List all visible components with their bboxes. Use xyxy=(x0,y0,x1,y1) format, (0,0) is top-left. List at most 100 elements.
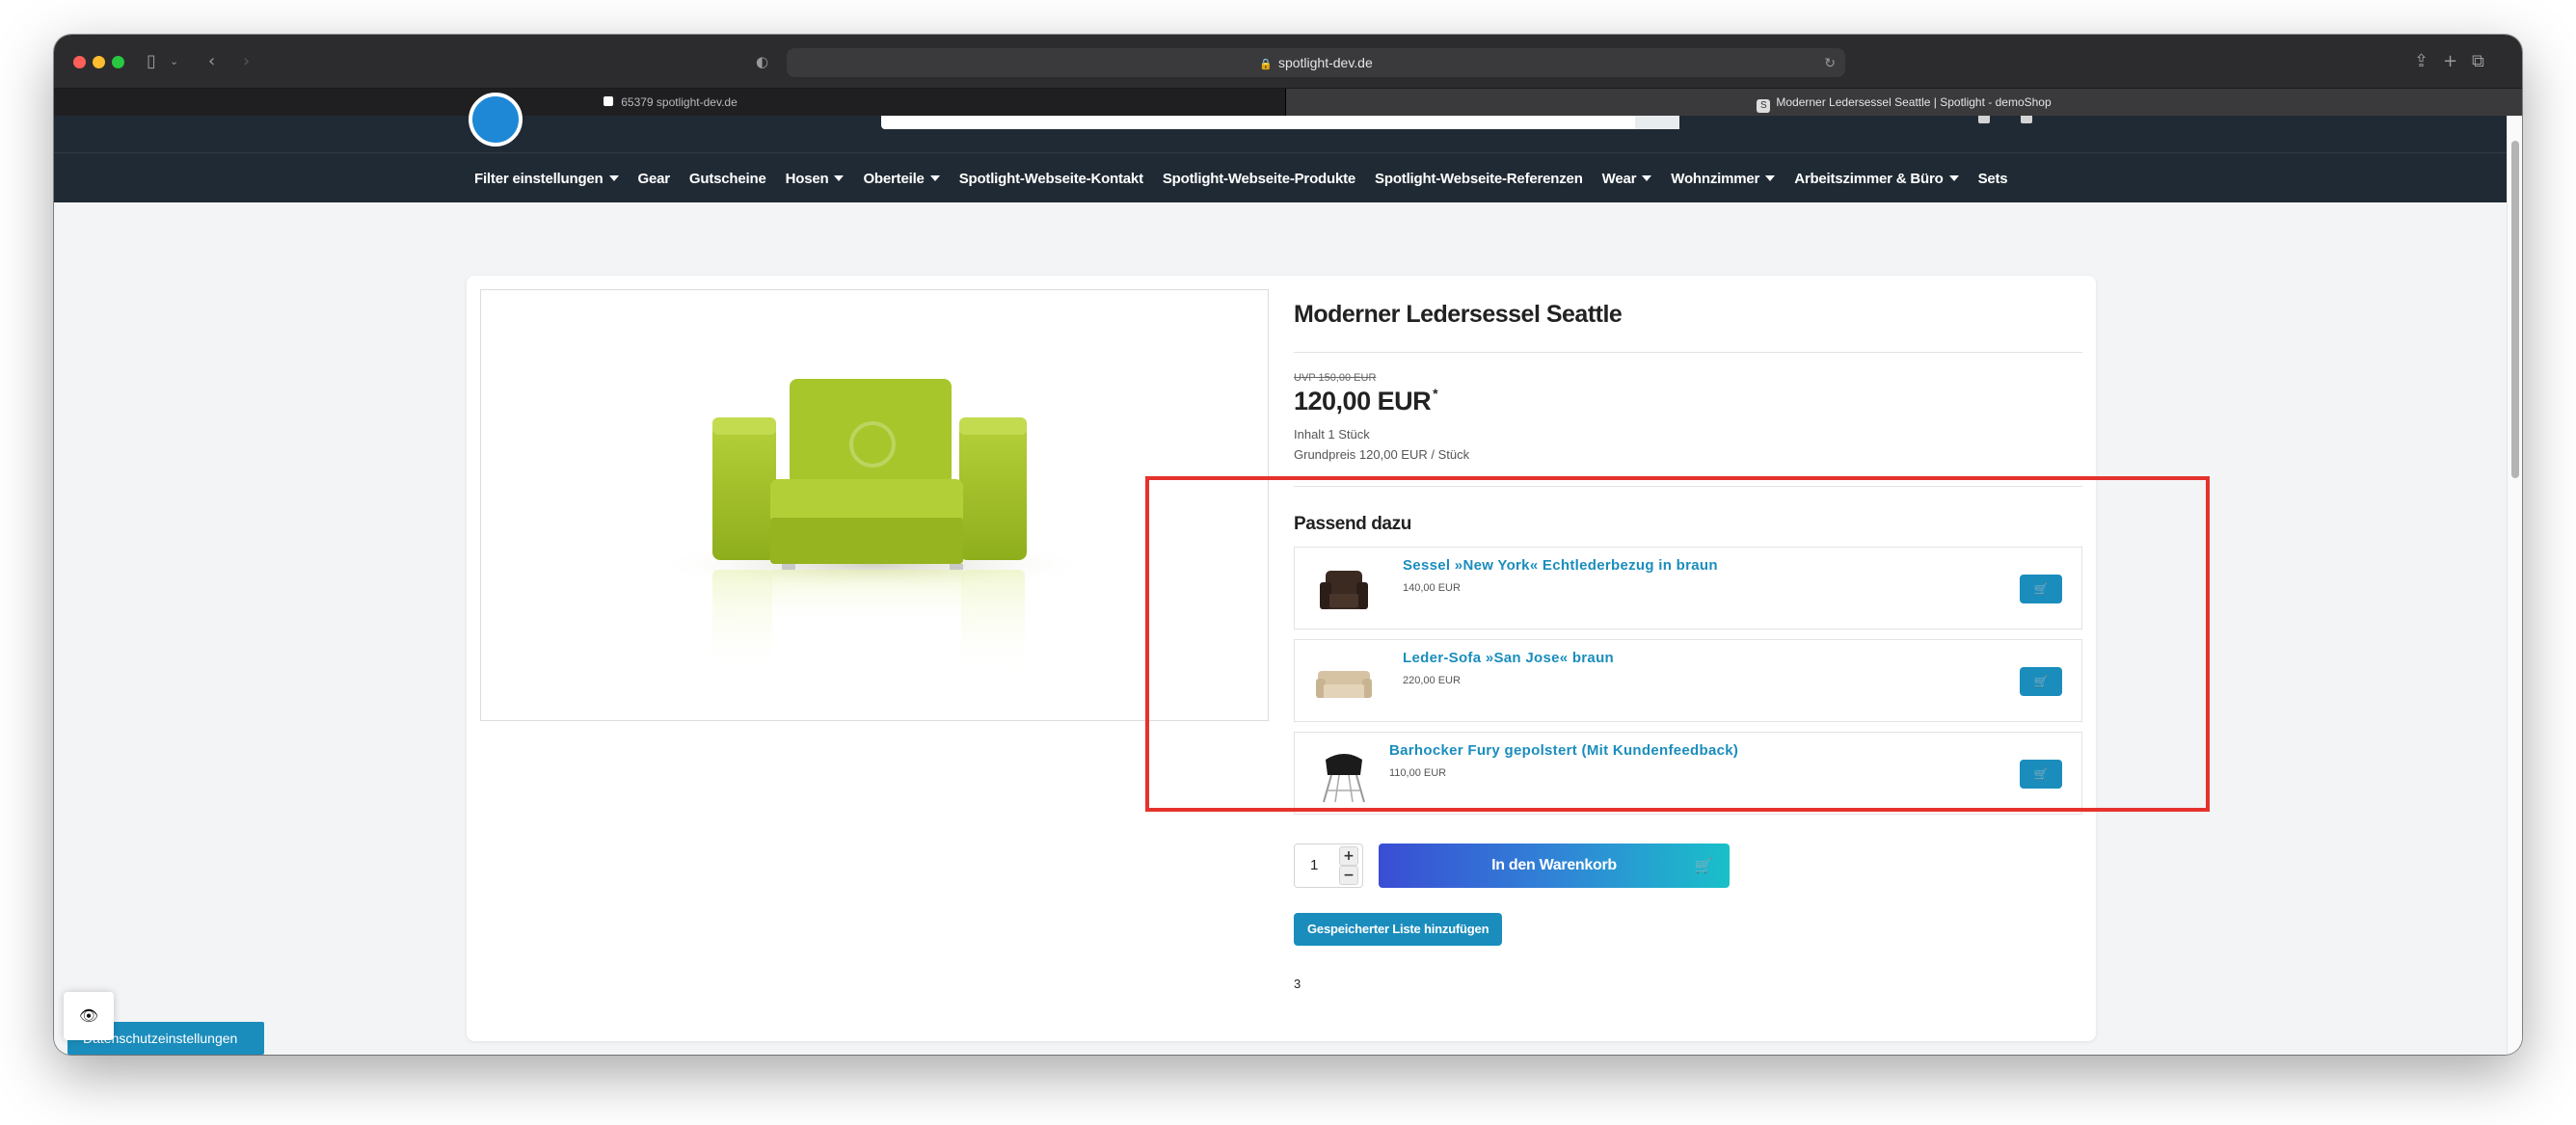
address-text: spotlight-dev.de xyxy=(1277,55,1373,70)
caret-down-icon xyxy=(1642,174,1652,181)
nav-item[interactable]: Arbeitszimmer & Büro xyxy=(1794,170,1959,187)
nav-item[interactable]: Spotlight-Webseite-Kontakt xyxy=(959,171,1143,187)
recommendation-item: Leder-Sofa »San Jose« braun 220,00 EUR 🛒 xyxy=(1294,639,2082,722)
green-armchair-image xyxy=(651,379,1094,678)
scrollbar-thumb[interactable] xyxy=(2511,141,2519,478)
recommendation-price: 220,00 EUR xyxy=(1403,675,1461,686)
recommendation-thumbnail[interactable] xyxy=(1312,742,1376,806)
product-details: Moderner Ledersessel Seattle UVP 150,00 … xyxy=(1294,289,2082,991)
chevron-down-icon[interactable]: ⌄ xyxy=(170,50,178,73)
tab-label: 65379 spotlight-dev.de xyxy=(621,95,738,109)
recommendations-title: Passend dazu xyxy=(1294,514,1411,534)
nav-item[interactable]: Spotlight-Webseite-Referenzen xyxy=(1375,171,1583,187)
product-meta: Inhalt 1 Stück Grundpreis 120,00 EUR / S… xyxy=(1294,424,2082,465)
account-icon[interactable] xyxy=(1978,116,1990,123)
cart-icon: 🛒 xyxy=(2033,767,2049,781)
nav-item[interactable]: Sets xyxy=(1978,171,2008,187)
nav-item-label: Filter einstellungen xyxy=(474,170,604,187)
nav-item[interactable]: Spotlight-Webseite-Produkte xyxy=(1163,171,1355,187)
nav-item-label: Spotlight-Webseite-Referenzen xyxy=(1375,170,1583,187)
tab-product-page[interactable]: S Moderner Ledersessel Seattle | Spotligh… xyxy=(1286,89,2522,116)
webpage: Filter einstellungen Gear Gutscheine Hosen O… xyxy=(54,93,2507,1055)
product-image[interactable] xyxy=(480,289,1269,721)
nav-item-label: Gutscheine xyxy=(688,170,766,187)
nav-item[interactable]: Oberteile xyxy=(863,170,940,187)
recommendation-add-to-cart-button[interactable]: 🛒 xyxy=(2020,760,2062,789)
tab-overview-icon[interactable]: ⧉ xyxy=(2472,50,2484,73)
recommendations-list: Sessel »New York« Echtlederbezug in brau… xyxy=(1294,547,2082,815)
tab-favicon xyxy=(602,94,616,108)
minimize-window-button[interactable] xyxy=(93,56,105,68)
close-window-button[interactable] xyxy=(73,56,86,68)
address-bar[interactable]: 🔒 spotlight-dev.de ↻ xyxy=(787,48,1845,77)
recommendation-name-link[interactable]: Barhocker Fury gepolstert (Mit Kundenfee… xyxy=(1389,742,1738,759)
recommendation-price: 110,00 EUR xyxy=(1389,767,1447,779)
page-scrollbar[interactable] xyxy=(2507,116,2522,1055)
cart-icon: 🛒 xyxy=(1694,857,1713,874)
nav-item[interactable]: Hosen xyxy=(786,171,845,187)
nav-item-label: Oberteile xyxy=(863,170,925,187)
divider xyxy=(1294,486,2082,487)
caret-down-icon xyxy=(834,174,845,181)
product-price: 120,00 EUR * xyxy=(1294,386,2082,416)
quantity-input[interactable]: 1 xyxy=(1310,857,1318,873)
nav-item-label: Sets xyxy=(1977,170,2008,187)
cart-icon[interactable] xyxy=(2021,116,2032,123)
nav-item[interactable]: Filter einstellungen xyxy=(474,171,619,187)
tab-favicon: S xyxy=(1757,99,1771,113)
base-price-info: Grundpreis 120,00 EUR / Stück xyxy=(1294,447,1470,462)
recommendation-name-link[interactable]: Sessel »New York« Echtlederbezug in brau… xyxy=(1403,557,1718,574)
add-to-cart-button[interactable]: In den Warenkorb 🛒 xyxy=(1379,844,1730,888)
tab-bar: 65379 spotlight-dev.de S Moderner Lederse… xyxy=(54,89,2522,116)
search-button[interactable] xyxy=(1635,116,1679,129)
cart-icon: 🛒 xyxy=(2033,582,2049,596)
cart-icon: 🛒 xyxy=(2033,675,2049,688)
zoom-window-button[interactable] xyxy=(112,56,124,68)
footnote-number: 3 xyxy=(1294,977,1301,991)
reload-icon[interactable]: ↻ xyxy=(1824,48,1836,77)
product-card: Moderner Ledersessel Seattle UVP 150,00 … xyxy=(467,276,2096,1041)
caret-down-icon xyxy=(1765,174,1776,181)
quantity-increase-button[interactable]: + xyxy=(1339,846,1358,866)
nav-item-label: Hosen xyxy=(785,170,829,187)
nav-item[interactable]: Wear xyxy=(1602,171,1652,187)
caret-down-icon xyxy=(1948,174,1959,181)
nav-item-label: Spotlight-Webseite-Kontakt xyxy=(958,170,1143,187)
site-header xyxy=(54,116,2507,152)
site-logo[interactable] xyxy=(469,93,523,147)
caret-down-icon xyxy=(929,174,940,181)
tab-label: Moderner Ledersessel Seattle | Spotlight… xyxy=(1776,95,2052,109)
quantity-decrease-button[interactable]: − xyxy=(1339,866,1358,885)
quantity-stepper[interactable]: 1 + − xyxy=(1294,844,1363,888)
browser-window: ▯ ⌄ ‹ › ◐ 🔒 spotlight-dev.de ↻ ⇪ + ⧉ 6537… xyxy=(54,35,2522,1055)
recommendation-name-link[interactable]: Leder-Sofa »San Jose« braun xyxy=(1403,650,1614,666)
nav-item[interactable]: Gutscheine xyxy=(689,171,766,187)
recommendation-add-to-cart-button[interactable]: 🛒 xyxy=(2020,667,2062,696)
price-marker: * xyxy=(1433,386,1438,401)
eye-icon[interactable]: 👁 xyxy=(64,992,114,1040)
nav-item-label: Spotlight-Webseite-Produkte xyxy=(1162,170,1356,187)
share-icon[interactable]: ⇪ xyxy=(2414,50,2428,73)
sidebar-toggle-icon[interactable]: ▯ xyxy=(147,50,156,73)
recommendation-add-to-cart-button[interactable]: 🛒 xyxy=(2020,575,2062,603)
browser-titlebar: ▯ ⌄ ‹ › ◐ 🔒 spotlight-dev.de ↻ ⇪ + ⧉ xyxy=(54,35,2522,89)
caret-down-icon xyxy=(608,174,619,181)
uvp-price: UVP 150,00 EUR xyxy=(1294,372,1377,384)
recommendation-thumbnail[interactable] xyxy=(1312,650,1376,713)
nav-item-label: Arbeitszimmer & Büro xyxy=(1794,170,1944,187)
nav-item-label: Wear xyxy=(1601,170,1637,187)
add-to-wishlist-button[interactable]: Gespeicherter Liste hinzufügen xyxy=(1294,913,1503,946)
nav-item[interactable]: Gear xyxy=(638,171,671,187)
shield-icon[interactable]: ◐ xyxy=(756,50,768,73)
nav-item[interactable]: Wohnzimmer xyxy=(1671,170,1776,187)
tab-spotlight-dev[interactable]: 65379 spotlight-dev.de xyxy=(54,89,1286,116)
lock-icon: 🔒 xyxy=(1259,59,1273,70)
content-info: Inhalt 1 Stück xyxy=(1294,427,1370,442)
nav-item-label: Wohnzimmer xyxy=(1671,170,1760,187)
back-icon[interactable]: ‹ xyxy=(208,50,215,73)
product-title: Moderner Ledersessel Seattle xyxy=(1294,289,2082,353)
forward-icon[interactable]: › xyxy=(243,50,250,73)
new-tab-icon[interactable]: + xyxy=(2443,50,2457,73)
recommendation-thumbnail[interactable] xyxy=(1312,557,1376,621)
search-input[interactable] xyxy=(881,116,1679,129)
